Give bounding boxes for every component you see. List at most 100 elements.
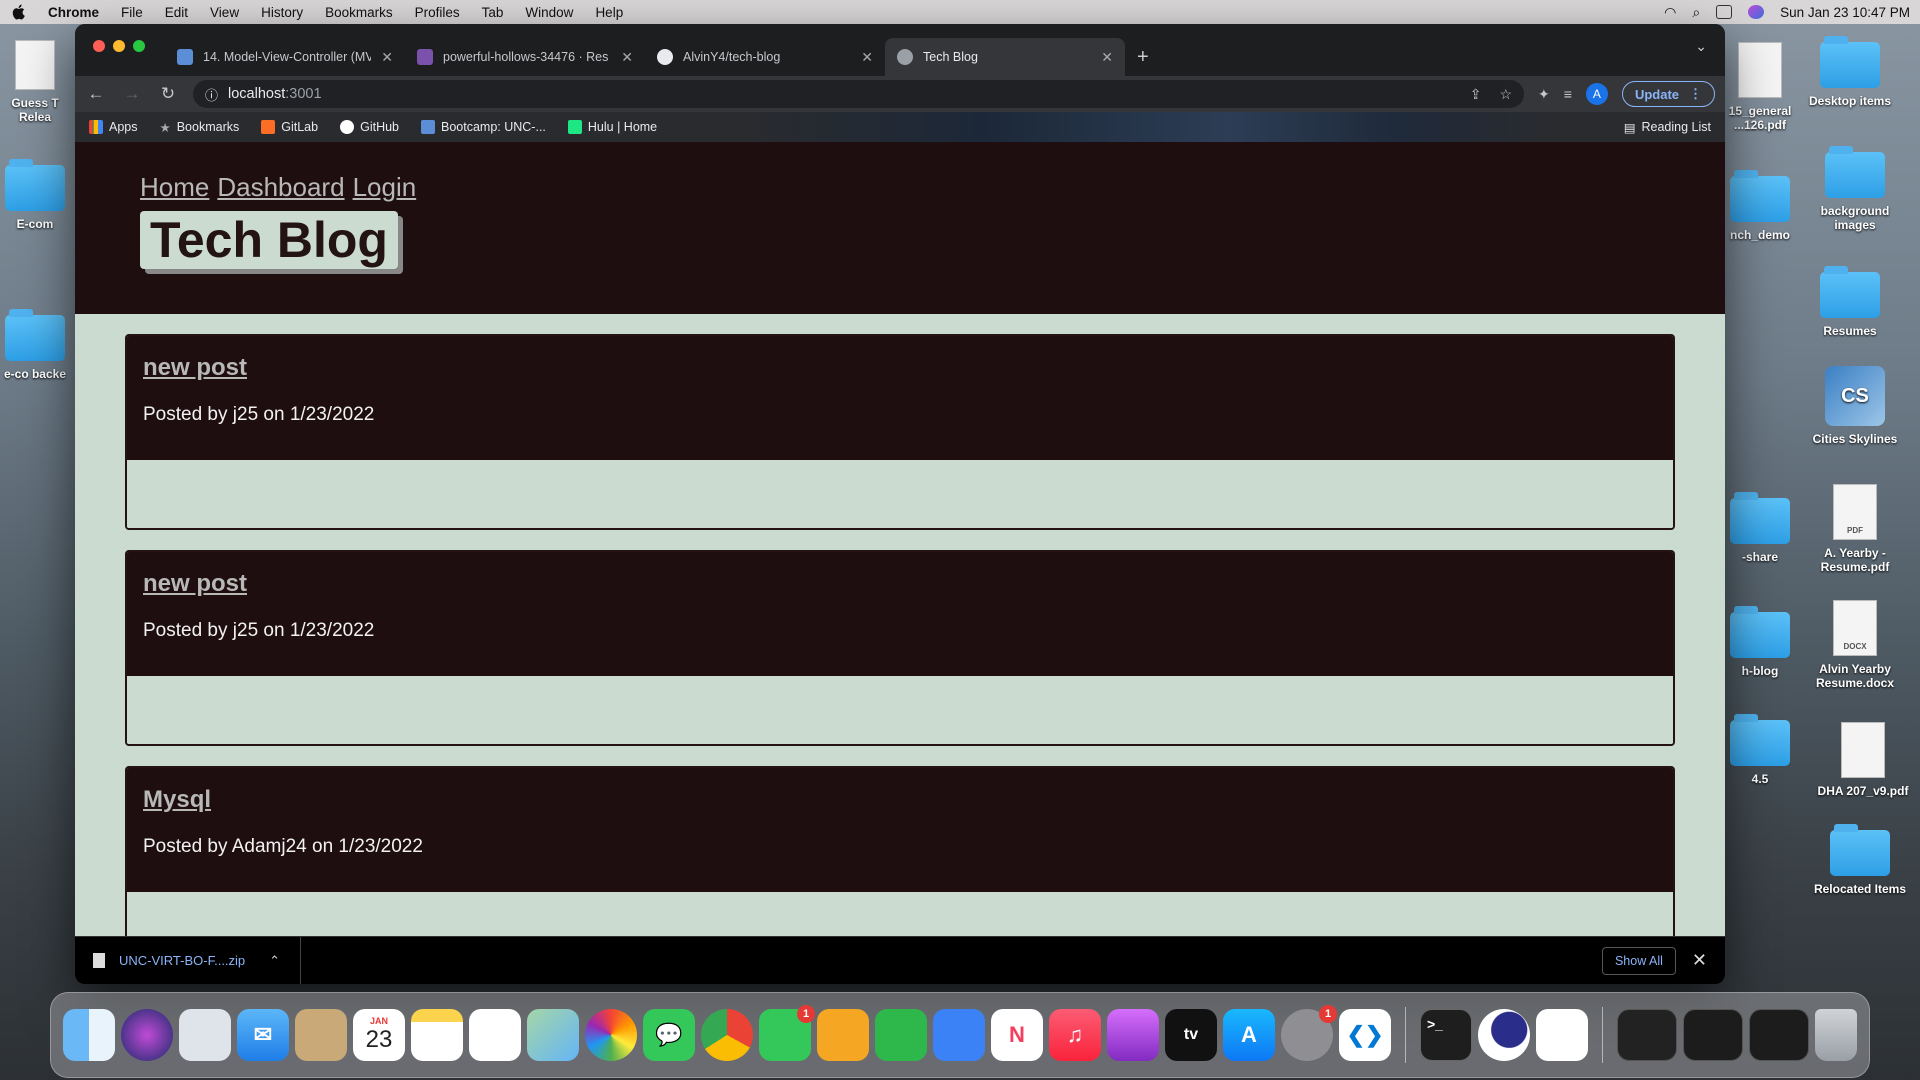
extensions-icon[interactable]: ✦	[1538, 86, 1550, 103]
menu-profiles[interactable]: Profiles	[415, 5, 460, 20]
tab-search-chevron-icon[interactable]: ⌄	[1695, 38, 1707, 55]
bookmark-github[interactable]: GitHub	[340, 120, 399, 134]
tab-heroku[interactable]: powerful-hollows-34476 · Res ✕	[405, 38, 645, 76]
terminal-icon[interactable]: >_	[1420, 1009, 1472, 1061]
minimized-window-icon[interactable]	[1749, 1009, 1809, 1061]
show-all-button[interactable]: Show All	[1601, 946, 1676, 975]
desktop-item-share[interactable]: -share	[1710, 492, 1810, 564]
site-info-icon[interactable]: ⓘ	[205, 85, 218, 104]
app-store-icon[interactable]: A	[1223, 1009, 1275, 1061]
desktop-item-resumes[interactable]: Resumes	[1795, 266, 1905, 338]
desktop-item-nch-demo[interactable]: nch_demo	[1710, 170, 1810, 242]
control-center-icon[interactable]	[1716, 5, 1733, 19]
siri-icon[interactable]	[121, 1009, 173, 1061]
more-menu-icon[interactable]: ⋮	[1689, 86, 1702, 102]
system-preferences-icon[interactable]: 1	[1281, 1005, 1337, 1061]
vscode-icon[interactable]: ❮❯	[1339, 1009, 1391, 1061]
nav-login-link[interactable]: Login	[353, 172, 417, 203]
media-controls-icon[interactable]: ≡	[1564, 86, 1572, 102]
new-tab-icon[interactable]: +	[1125, 38, 1161, 76]
nav-dashboard-link[interactable]: Dashboard	[217, 172, 344, 203]
desktop-item-blog[interactable]: h-blog	[1710, 606, 1810, 678]
reading-list[interactable]: ▤ Reading List	[1624, 120, 1711, 135]
menu-file[interactable]: File	[121, 5, 143, 20]
bookmark-bootcamp[interactable]: Bootcamp: UNC-...	[421, 120, 546, 134]
share-icon[interactable]: ⇪	[1470, 86, 1482, 103]
apple-tv-icon[interactable]: tv	[1165, 1009, 1217, 1061]
menu-app-name[interactable]: Chrome	[48, 5, 99, 20]
chrome-icon[interactable]	[701, 1009, 753, 1061]
music-icon[interactable]: ♫	[1049, 1009, 1101, 1061]
close-tab-icon[interactable]: ✕	[621, 49, 633, 66]
siri-icon[interactable]	[1748, 5, 1765, 19]
post-title-link[interactable]: Mysql	[143, 786, 211, 814]
pages-icon[interactable]	[817, 1009, 869, 1061]
tab-mvc[interactable]: 14. Model-View-Controller (MV ✕	[165, 38, 405, 76]
calendar-icon[interactable]: JAN 23	[353, 1009, 405, 1061]
menu-help[interactable]: Help	[595, 5, 623, 20]
bookmark-star-icon[interactable]: ☆	[1499, 86, 1512, 103]
bookmark-bookmarks[interactable]: ★ Bookmarks	[160, 120, 240, 135]
bookmark-apps[interactable]: Apps	[89, 120, 138, 134]
bookmark-hulu[interactable]: Hulu | Home	[567, 120, 657, 134]
desktop-item-cities-skylines[interactable]: CS Cities Skylines	[1800, 366, 1910, 446]
chevron-up-icon[interactable]: ⌃	[269, 953, 280, 969]
slack-icon[interactable]	[1536, 1009, 1588, 1061]
close-tab-icon[interactable]: ✕	[381, 49, 393, 66]
notes-icon[interactable]	[411, 1009, 463, 1061]
download-item[interactable]: UNC-VIRT-BO-F....zip ⌃	[93, 936, 302, 984]
facetime-icon[interactable]: 1	[759, 1005, 815, 1061]
post-title-link[interactable]: new post	[143, 570, 247, 598]
photos-icon[interactable]	[585, 1009, 637, 1061]
desktop-item-ecom[interactable]: E-com	[0, 159, 70, 231]
desktop-item-desktop-items[interactable]: Desktop items	[1795, 36, 1905, 108]
maps-icon[interactable]	[527, 1009, 579, 1061]
back-icon[interactable]: ←	[85, 84, 107, 104]
desktop-item-dha-pdf[interactable]: DHA 207_v9.pdf	[1808, 722, 1918, 798]
menu-history[interactable]: History	[261, 5, 303, 20]
close-icon[interactable]: ✕	[1692, 950, 1707, 971]
apple-logo-icon[interactable]	[10, 3, 28, 21]
wifi-icon[interactable]: ◠	[1664, 4, 1676, 21]
close-tab-icon[interactable]: ✕	[1101, 49, 1113, 66]
mail-icon[interactable]: ✉	[237, 1009, 289, 1061]
desktop-item-guess[interactable]: Guess T Relea	[0, 40, 70, 124]
spotlight-search-icon[interactable]: ⌕	[1692, 4, 1700, 21]
forward-icon[interactable]: →	[121, 84, 143, 104]
desktop-item-resume-docx[interactable]: DOCX Alvin Yearby Resume.docx	[1800, 600, 1910, 690]
bookmark-gitlab[interactable]: GitLab	[261, 120, 318, 134]
menu-edit[interactable]: Edit	[165, 5, 188, 20]
menu-tab[interactable]: Tab	[482, 5, 504, 20]
menubar-clock[interactable]: Sun Jan 23 10:47 PM	[1780, 5, 1910, 20]
profile-avatar[interactable]: A	[1585, 83, 1608, 105]
post-title-link[interactable]: new post	[143, 354, 247, 382]
url-text[interactable]: localhost:3001	[228, 86, 322, 102]
desktop-item-45[interactable]: 4.5	[1710, 714, 1810, 786]
menu-view[interactable]: View	[210, 5, 239, 20]
launchpad-icon[interactable]	[179, 1009, 231, 1061]
desktop-item-resume-pdf[interactable]: PDF A. Yearby - Resume.pdf	[1800, 484, 1910, 574]
reload-icon[interactable]: ↻	[157, 84, 179, 104]
keynote-icon[interactable]	[933, 1009, 985, 1061]
minimize-window-icon[interactable]	[113, 40, 125, 52]
address-bar[interactable]: ⓘ localhost:3001 ⇪ ☆	[193, 80, 1525, 108]
desktop-item-relocated-items[interactable]: Relocated Items	[1805, 824, 1915, 896]
minimized-window-icon[interactable]	[1617, 1009, 1677, 1061]
podcasts-icon[interactable]	[1107, 1009, 1159, 1061]
reminders-icon[interactable]	[469, 1009, 521, 1061]
menu-window[interactable]: Window	[525, 5, 573, 20]
contacts-icon[interactable]	[295, 1009, 347, 1061]
close-tab-icon[interactable]: ✕	[861, 49, 873, 66]
desktop-item-background-images[interactable]: background images	[1800, 146, 1910, 232]
eclipse-app-icon[interactable]	[1478, 1009, 1530, 1061]
maximize-window-icon[interactable]	[133, 40, 145, 52]
finder-icon[interactable]	[63, 1009, 115, 1061]
menu-bookmarks[interactable]: Bookmarks	[325, 5, 393, 20]
close-window-icon[interactable]	[93, 40, 105, 52]
desktop-item-ecom-backend[interactable]: e-co backe	[0, 309, 70, 381]
update-button[interactable]: Update ⋮	[1621, 81, 1715, 107]
tab-tech-blog[interactable]: Tech Blog ✕	[885, 38, 1125, 76]
numbers-icon[interactable]	[875, 1009, 927, 1061]
tab-github[interactable]: AlvinY4/tech-blog ✕	[645, 38, 885, 76]
trash-icon[interactable]	[1815, 1009, 1857, 1061]
